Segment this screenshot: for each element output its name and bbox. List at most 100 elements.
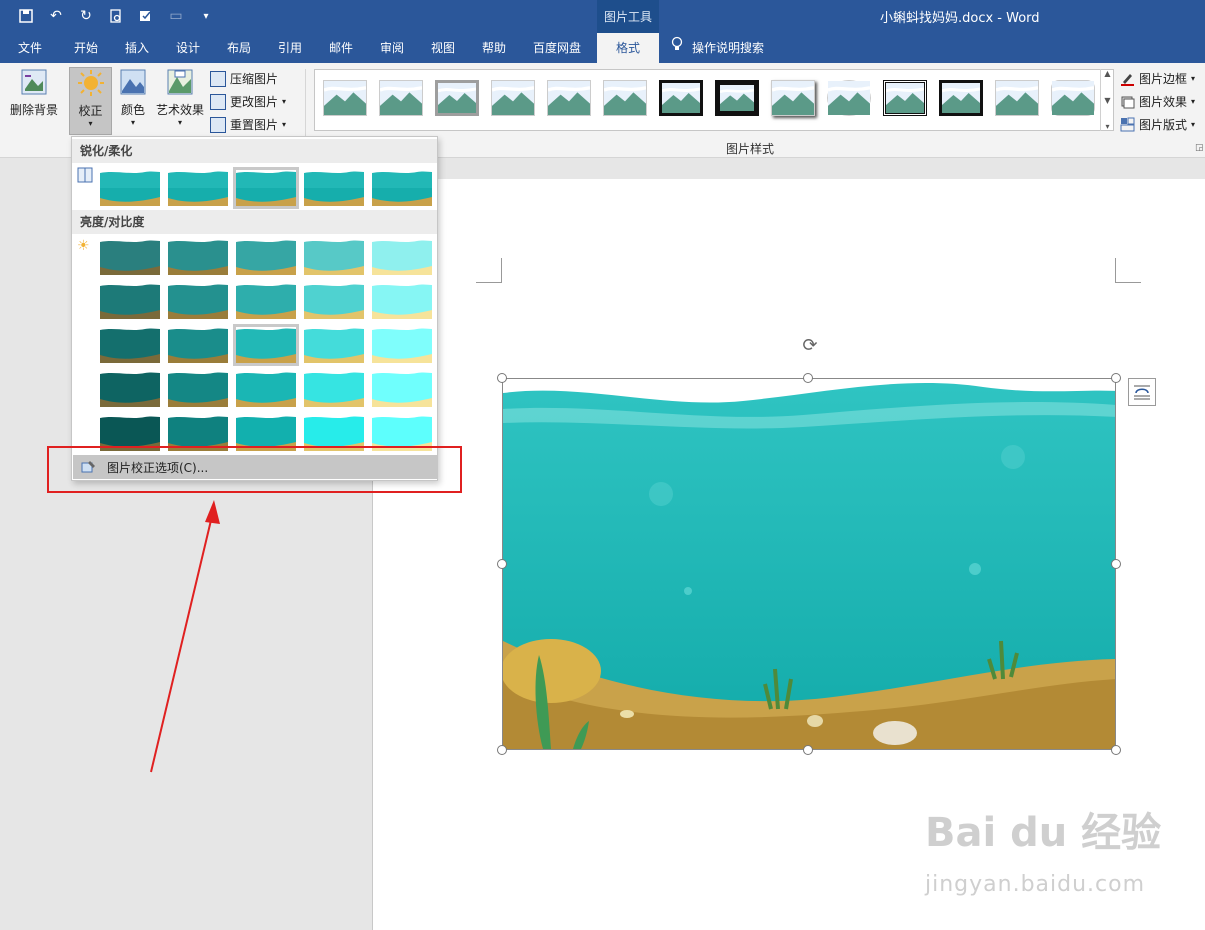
correction-preset-thumb[interactable]: [233, 324, 299, 366]
touch-mode-icon[interactable]: ▭: [166, 6, 186, 26]
correction-preset-thumb[interactable]: [168, 170, 228, 206]
picture-style-thumb[interactable]: [491, 80, 535, 116]
tell-me-search[interactable]: 操作说明搜索: [670, 33, 764, 63]
correction-preset-thumb[interactable]: [304, 239, 364, 275]
resize-handle-e[interactable]: [1111, 559, 1121, 569]
tab-review[interactable]: 审阅: [378, 33, 406, 63]
watermark-brand: Bai du 经验: [925, 810, 1162, 856]
resize-handle-w[interactable]: [497, 559, 507, 569]
artistic-effects-button[interactable]: 艺术效果 ▾: [154, 67, 206, 127]
correction-preset-thumb[interactable]: [168, 327, 228, 363]
resize-handle-nw[interactable]: [497, 373, 507, 383]
correction-preset-thumb[interactable]: [233, 167, 299, 209]
picture-style-thumb[interactable]: [715, 80, 759, 116]
correction-preset-thumb[interactable]: [100, 283, 160, 319]
picture-style-thumb[interactable]: [1051, 80, 1095, 116]
correction-preset-thumb[interactable]: [372, 327, 432, 363]
layout-options-button[interactable]: [1128, 378, 1156, 406]
correction-preset-thumb[interactable]: [372, 371, 432, 407]
compress-pictures-button[interactable]: 压缩图片: [210, 70, 278, 87]
color-button[interactable]: 颜色 ▾: [116, 67, 150, 127]
scroll-up-icon[interactable]: ▲: [1104, 69, 1110, 78]
reset-picture-button[interactable]: 重置图片 ▾: [210, 116, 286, 133]
chevron-down-icon: ▾: [88, 119, 93, 128]
chevron-down-icon: ▾: [1191, 97, 1196, 106]
correction-preset-thumb[interactable]: [236, 239, 296, 275]
save-icon[interactable]: [16, 6, 36, 26]
chevron-down-icon: ▾: [282, 120, 287, 129]
correction-preset-thumb[interactable]: [372, 239, 432, 275]
correction-preset-thumb[interactable]: [372, 283, 432, 319]
tab-design[interactable]: 设计: [174, 33, 202, 63]
correction-preset-thumb[interactable]: [304, 327, 364, 363]
color-label: 颜色: [120, 103, 145, 117]
resize-handle-s[interactable]: [803, 745, 813, 755]
spell-check-icon[interactable]: [136, 6, 156, 26]
customize-icon[interactable]: ▾: [196, 6, 216, 26]
tab-view[interactable]: 视图: [429, 33, 457, 63]
correction-preset-thumb[interactable]: [304, 371, 364, 407]
gallery-scroll[interactable]: ▲ ▼ ▾: [1100, 69, 1114, 131]
picture-style-thumb[interactable]: [659, 80, 703, 116]
resize-handle-sw[interactable]: [497, 745, 507, 755]
change-picture-button[interactable]: 更改图片 ▾: [210, 93, 286, 110]
picture-style-thumb[interactable]: [939, 80, 983, 116]
resize-handle-ne[interactable]: [1111, 373, 1121, 383]
picture-style-thumb[interactable]: [771, 80, 815, 116]
underwater-picture[interactable]: [502, 378, 1116, 750]
picture-style-thumb[interactable]: [883, 80, 927, 116]
corrections-button[interactable]: 校正 ▾: [69, 67, 112, 135]
correction-preset-thumb[interactable]: [372, 170, 432, 206]
reset-picture-icon: [210, 116, 226, 133]
scroll-down-icon[interactable]: ▼: [1104, 96, 1110, 105]
correction-preset-thumb[interactable]: [100, 170, 160, 206]
correction-preset-thumb[interactable]: [236, 283, 296, 319]
correction-preset-thumb[interactable]: [304, 283, 364, 319]
tab-home[interactable]: 开始: [72, 33, 100, 63]
picture-style-thumb[interactable]: [995, 80, 1039, 116]
correction-preset-thumb[interactable]: [100, 327, 160, 363]
dialog-launcher-icon[interactable]: ◲: [1195, 143, 1204, 153]
print-preview-icon[interactable]: [106, 6, 126, 26]
correction-preset-thumb[interactable]: [168, 371, 228, 407]
crop-mark: [476, 258, 502, 283]
resize-handle-se[interactable]: [1111, 745, 1121, 755]
artistic-effects-label: 艺术效果: [155, 103, 204, 117]
tab-format[interactable]: 格式: [597, 33, 659, 63]
picture-border-icon: [1121, 74, 1134, 86]
picture-layout-button[interactable]: 图片版式 ▾: [1120, 116, 1195, 133]
tab-insert[interactable]: 插入: [123, 33, 151, 63]
rotate-handle-icon[interactable]: ⟳: [799, 334, 821, 356]
picture-style-thumb[interactable]: [435, 80, 479, 116]
redo-icon[interactable]: ↻: [76, 6, 96, 26]
picture-style-thumb[interactable]: [547, 80, 591, 116]
crop-mark: [1115, 258, 1141, 283]
picture-style-thumb[interactable]: [323, 80, 367, 116]
tab-baidu[interactable]: 百度网盘: [531, 33, 583, 63]
chevron-down-icon: ▾: [282, 97, 287, 106]
remove-background-button[interactable]: 删除背景: [8, 67, 60, 118]
tab-layout[interactable]: 布局: [225, 33, 253, 63]
correction-preset-thumb[interactable]: [304, 170, 364, 206]
tab-file[interactable]: 文件: [16, 33, 44, 63]
picture-style-thumb[interactable]: [379, 80, 423, 116]
tab-mailings[interactable]: 邮件: [327, 33, 355, 63]
gallery-more-icon[interactable]: ▾: [1105, 122, 1109, 131]
picture-style-thumb[interactable]: [827, 80, 871, 116]
picture-style-thumb[interactable]: [603, 80, 647, 116]
correction-preset-thumb[interactable]: [168, 283, 228, 319]
lightbulb-icon: [670, 33, 684, 63]
tab-help[interactable]: 帮助: [480, 33, 508, 63]
picture-border-button[interactable]: 图片边框 ▾: [1120, 70, 1195, 87]
picture-effects-button[interactable]: 图片效果 ▾: [1120, 93, 1195, 110]
tab-references[interactable]: 引用: [276, 33, 304, 63]
picture-effects-label: 图片效果: [1139, 95, 1188, 109]
correction-preset-thumb[interactable]: [100, 239, 160, 275]
correction-preset-thumb[interactable]: [168, 239, 228, 275]
correction-preset-thumb[interactable]: [100, 371, 160, 407]
chevron-down-icon: ▾: [1191, 120, 1196, 129]
compress-icon: [210, 70, 226, 87]
resize-handle-n[interactable]: [803, 373, 813, 383]
correction-preset-thumb[interactable]: [236, 371, 296, 407]
undo-icon[interactable]: ↶: [46, 6, 66, 26]
